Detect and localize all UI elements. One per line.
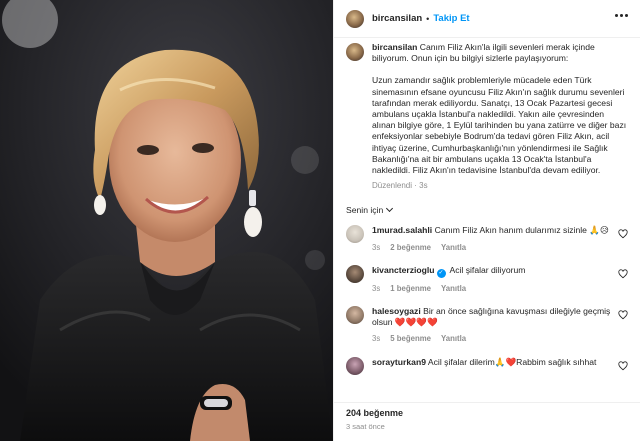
- comment-username[interactable]: kivancterzioglu: [372, 265, 435, 275]
- heart-icon[interactable]: [618, 361, 628, 371]
- comment-text: Acil şifalar dilerim🙏❤️Rabbim sağlık sıh…: [427, 356, 597, 367]
- heart-icon[interactable]: [618, 229, 628, 239]
- comment-time: 3s: [372, 283, 381, 293]
- post-photo[interactable]: [0, 0, 333, 441]
- caption-paragraph: Uzun zamandır sağlık problemleriyle müca…: [372, 75, 627, 176]
- comment-avatar[interactable]: [346, 225, 364, 244]
- comment-body: halesoygazi Bir an önce sağlığına kavuşm…: [372, 306, 622, 345]
- author-avatar[interactable]: [346, 9, 364, 28]
- comment-text: Canım Filiz Akın hanım dularımız sizinle…: [434, 225, 609, 236]
- comment-body: 1murad.salahli Canım Filiz Akın hanım du…: [372, 225, 622, 252]
- comment-item: halesoygazi Bir an önce sağlığına kavuşm…: [346, 306, 628, 345]
- reply-button[interactable]: Yanıtla: [441, 283, 466, 294]
- caption-username[interactable]: bircansilan: [372, 42, 417, 52]
- comment-likes[interactable]: 1 beğenme: [390, 283, 431, 294]
- comment-time: 3s: [372, 334, 381, 344]
- comment-body: sorayturkan9 Acil şifalar dilerim🙏❤️Rabb…: [372, 357, 622, 375]
- portrait-image: [0, 0, 333, 441]
- comments-scroll-area[interactable]: bircansilan Canım Filiz Akın'la ilgili s…: [334, 38, 640, 402]
- comment-likes[interactable]: 5 beğenme: [390, 333, 431, 344]
- comment-sort-dropdown[interactable]: Senin için: [346, 205, 628, 215]
- comment-username[interactable]: sorayturkan9: [372, 357, 426, 367]
- comment-content: kivancterzioglu ✓ Acil şifalar diliyorum: [372, 265, 622, 278]
- comment-meta: 3s 2 beğenme Yanıtla: [372, 242, 622, 253]
- comment-meta: 3s 5 beğenme Yanıtla: [372, 333, 622, 344]
- verified-badge-icon: ✓: [436, 268, 446, 278]
- comment-username[interactable]: halesoygazi: [372, 306, 421, 316]
- caption-body: bircansilan Canım Filiz Akın'la ilgili s…: [372, 42, 628, 191]
- comment-meta: 3s 1 beğenme Yanıtla: [372, 283, 622, 294]
- comment-username[interactable]: 1murad.salahli: [372, 225, 432, 235]
- reply-button[interactable]: Yanıtla: [441, 333, 466, 344]
- caption-intro: bircansilan Canım Filiz Akın'la ilgili s…: [372, 42, 628, 64]
- heart-icon[interactable]: [618, 269, 628, 279]
- post-caption: bircansilan Canım Filiz Akın'la ilgili s…: [346, 42, 628, 191]
- likes-count[interactable]: 204 beğenme: [346, 408, 628, 418]
- comment-item: kivancterzioglu ✓ Acil şifalar diliyorum …: [346, 264, 628, 294]
- instagram-post-modal: bircansilan • Takip Et bircansilan Canım…: [0, 0, 640, 441]
- caption-meta: Düzenlendi · 3s: [372, 181, 428, 191]
- follow-button[interactable]: Takip Et: [433, 13, 469, 24]
- comment-body: kivancterzioglu ✓ Acil şifalar diliyorum …: [372, 265, 622, 294]
- comment-avatar[interactable]: [346, 306, 364, 325]
- heart-icon[interactable]: [618, 310, 628, 320]
- author-username[interactable]: bircansilan: [372, 13, 422, 24]
- comment-likes[interactable]: 2 beğenme: [390, 242, 431, 253]
- comment-content: sorayturkan9 Acil şifalar dilerim🙏❤️Rabb…: [372, 357, 622, 368]
- comment-item: sorayturkan9 Acil şifalar dilerim🙏❤️Rabb…: [346, 356, 628, 375]
- post-timestamp[interactable]: 3 saat önce: [346, 422, 628, 431]
- comment-content: halesoygazi Bir an önce sağlığına kavuşm…: [372, 306, 622, 328]
- chevron-down-icon: [386, 205, 394, 213]
- sort-label: Senin için: [346, 205, 384, 216]
- more-options-icon[interactable]: [615, 14, 628, 17]
- reply-button[interactable]: Yanıtla: [441, 242, 466, 253]
- comment-avatar[interactable]: [346, 264, 364, 283]
- post-header: bircansilan • Takip Et: [334, 0, 640, 38]
- post-side-panel: bircansilan • Takip Et bircansilan Canım…: [333, 0, 640, 441]
- post-footer: 204 beğenme 3 saat önce: [334, 402, 640, 441]
- comment-item: 1murad.salahli Canım Filiz Akın hanım du…: [346, 225, 628, 252]
- comment-time: 3s: [372, 242, 381, 252]
- comment-avatar[interactable]: [346, 356, 364, 375]
- header-separator: •: [426, 13, 430, 24]
- comment-content: 1murad.salahli Canım Filiz Akın hanım du…: [372, 225, 622, 236]
- caption-avatar[interactable]: [346, 43, 364, 61]
- caption-gap: [372, 64, 628, 75]
- comment-text: Acil şifalar diliyorum: [449, 264, 526, 275]
